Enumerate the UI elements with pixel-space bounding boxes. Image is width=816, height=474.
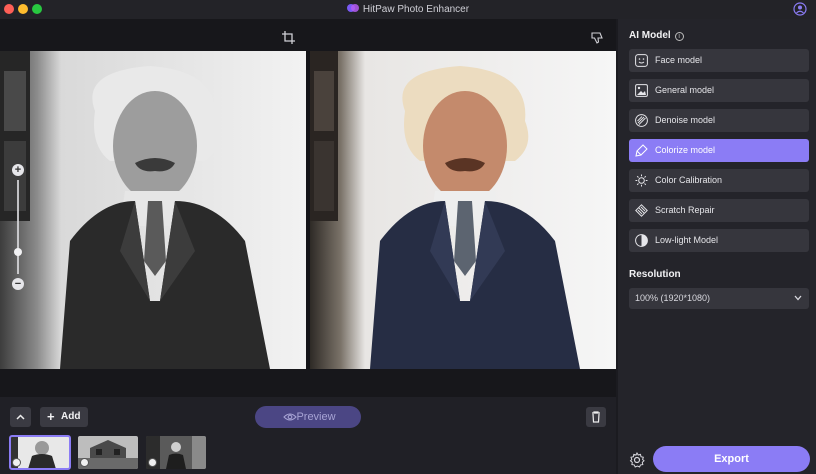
canvas-toolbar [0,19,616,51]
preview-button-label: Preview [296,411,336,423]
model-general[interactable]: General model [629,79,809,102]
chevron-up-icon [16,414,25,420]
window-title: HitPaw Photo Enhancer [0,3,816,15]
model-color-calibration[interactable]: Color Calibration [629,169,809,192]
resolution-value: 100% (1920*1080) [635,293,711,303]
delete-button[interactable] [586,407,606,427]
user-account-icon[interactable] [793,2,807,16]
crop-icon[interactable] [282,31,295,44]
model-color-calibration-label: Color Calibration [655,175,723,185]
add-button-label: Add [61,411,81,422]
app-window: HitPaw Photo Enhancer + − + Add Preview … [0,0,816,474]
resolution-heading: Resolution [629,269,681,280]
halfmoon-icon [635,234,648,247]
scratch-icon [635,204,648,217]
ai-model-title: AI Model [629,30,671,41]
add-button[interactable]: + Add [40,407,88,427]
model-face[interactable]: Face model [629,49,809,72]
ai-model-heading: AI Model i [629,30,684,41]
gear-icon[interactable] [629,452,645,468]
face-icon [635,54,648,67]
resolution-select[interactable]: 100% (1920*1080) [629,288,809,309]
model-face-label: Face model [655,55,703,65]
model-scratch-repair[interactable]: Scratch Repair [629,199,809,222]
zoom-out-icon[interactable]: − [12,278,24,290]
model-denoise-label: Denoise model [655,115,716,125]
thumbnail-status-icon [80,458,89,467]
model-denoise[interactable]: Denoise model [629,109,809,132]
export-button[interactable]: Export [653,446,810,472]
enhanced-photo [310,51,616,369]
plus-icon: + [47,409,55,424]
thumbnail-portrait[interactable] [9,435,71,470]
window-title-text: HitPaw Photo Enhancer [362,4,470,15]
preview-canvas: + − [0,19,616,397]
zoom-handle[interactable] [14,248,22,256]
bottom-bar: + Add Preview [0,397,616,474]
settings-panel: AI Model i Face model General model Denoi… [618,19,816,474]
app-logo-icon [346,4,359,12]
model-colorize[interactable]: Colorize model [629,139,809,162]
thumbnail-status-icon [12,458,21,467]
model-low-light-label: Low-light Model [655,235,719,245]
zoom-track[interactable] [17,180,19,274]
zoom-in-icon[interactable]: + [12,164,24,176]
sun-icon [635,174,648,187]
title-bar: HitPaw Photo Enhancer [0,0,816,19]
thumbnail-group[interactable] [146,436,206,469]
zoom-slider[interactable]: + − [9,164,27,292]
model-general-label: General model [655,85,715,95]
model-low-light[interactable]: Low-light Model [629,229,809,252]
model-colorize-label: Colorize model [655,145,716,155]
collapse-button[interactable] [10,407,31,427]
info-icon[interactable]: i [674,32,684,41]
brush-icon [635,144,648,157]
trash-icon [592,411,600,423]
canvas-footer [0,369,616,397]
denoise-icon [635,114,648,127]
model-scratch-repair-label: Scratch Repair [655,205,715,215]
image-icon [635,84,648,97]
thumbnail-status-icon [148,458,157,467]
preview-button[interactable]: Preview [255,406,361,428]
chevron-down-icon [794,295,802,301]
thumbs-down-icon[interactable] [591,31,604,44]
thumbnail-house[interactable] [78,436,138,469]
eye-icon [283,413,297,421]
original-photo [0,51,306,369]
